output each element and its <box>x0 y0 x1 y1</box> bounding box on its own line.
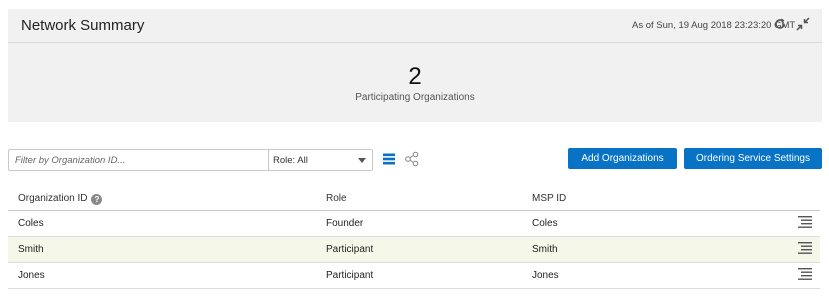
chevron-down-icon <box>358 158 366 163</box>
table-row[interactable]: Smith Participant Smith <box>8 237 820 263</box>
organization-id-cell: Coles <box>18 218 44 229</box>
list-view-icon[interactable] <box>381 151 397 167</box>
filter-organization-input[interactable] <box>8 149 274 171</box>
msp-id-cell: Smith <box>532 244 558 255</box>
organization-id-cell: Jones <box>18 270 45 281</box>
row-menu-icon[interactable] <box>798 216 812 228</box>
column-header-label: Organization ID <box>18 193 88 204</box>
msp-id-cell: Jones <box>532 270 559 281</box>
help-icon[interactable]: ? <box>91 194 103 205</box>
organization-count-label: Participating Organizations <box>355 92 475 103</box>
row-menu-icon[interactable] <box>798 268 812 280</box>
row-menu-icon[interactable] <box>798 242 812 254</box>
role-filter-value: Role: All <box>273 155 308 166</box>
column-header-role: Role <box>326 193 347 204</box>
column-header-msp-id: MSP ID <box>532 193 567 204</box>
summary-header: Network Summary As of Sun, 19 Aug 2018 2… <box>8 9 822 43</box>
column-header-organization-id: Organization ID? <box>18 193 103 205</box>
table-header-row: Organization ID? Role MSP ID <box>8 188 820 211</box>
ordering-service-settings-button[interactable]: Ordering Service Settings <box>684 148 822 169</box>
network-summary-panel: Network Summary As of Sun, 19 Aug 2018 2… <box>8 9 822 122</box>
table-row[interactable]: Jones Participant Jones <box>8 263 820 289</box>
add-organizations-button[interactable]: Add Organizations <box>568 148 677 169</box>
summary-title: Network Summary <box>21 17 145 34</box>
role-cell: Participant <box>326 244 374 255</box>
graph-view-icon[interactable] <box>404 151 420 167</box>
role-cell: Participant <box>326 270 374 281</box>
as-of-timestamp: As of Sun, 19 Aug 2018 23:23:20 GMT <box>632 20 796 31</box>
organization-id-cell: Smith <box>18 244 44 255</box>
msp-id-cell: Coles <box>532 218 558 229</box>
organizations-table: Organization ID? Role MSP ID Coles Found… <box>8 188 820 289</box>
organization-count: 2 <box>408 63 422 90</box>
collapse-icon[interactable] <box>796 17 810 31</box>
table-row[interactable]: Coles Founder Coles <box>8 211 820 237</box>
role-filter-select[interactable]: Role: All <box>268 149 373 171</box>
refresh-icon[interactable] <box>773 17 787 31</box>
role-cell: Founder <box>326 218 364 229</box>
